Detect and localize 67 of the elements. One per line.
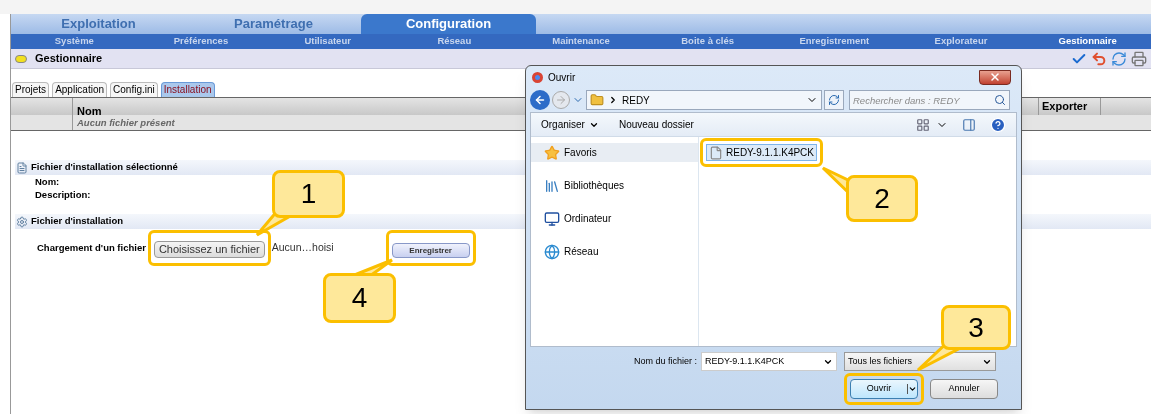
nav-item[interactable]: Réseau <box>531 242 698 261</box>
gears-icon <box>16 215 28 228</box>
caret-icon <box>907 384 917 394</box>
address-path: REDY <box>622 93 650 108</box>
callout-bubble: 3 <box>941 305 1011 350</box>
section-title: Fichier d'installation <box>31 214 123 229</box>
undo-icon[interactable] <box>1091 50 1107 67</box>
close-icon <box>989 71 1001 83</box>
nav-item[interactable]: Bibliothèques <box>531 176 698 195</box>
nav-item[interactable]: Ordinateur <box>531 209 698 228</box>
globe-icon <box>544 243 560 260</box>
tab[interactable]: Config.ini <box>110 82 158 97</box>
sub-nav-item[interactable]: Explorateur <box>897 34 1025 49</box>
round-logo-icon <box>532 71 543 83</box>
open-button[interactable]: Ouvrir <box>850 379 918 399</box>
page-title: Gestionnaire <box>35 51 103 67</box>
table-cell-text: Aucun fichier présent <box>76 116 175 130</box>
search-field[interactable]: Rechercher dans : REDY <box>849 90 1010 110</box>
field-label: Nom: <box>35 175 60 188</box>
new-folder-button[interactable]: Nouveau dossier <box>618 117 694 132</box>
library-icon <box>544 177 560 194</box>
back-button[interactable] <box>530 90 550 110</box>
nav-item[interactable]: Favoris <box>531 143 698 162</box>
choose-file-button[interactable]: Choisissez un fichier <box>153 241 265 258</box>
print-icon[interactable] <box>1131 50 1147 67</box>
dialog-title: Ouvrir <box>548 70 576 85</box>
document-icon <box>16 161 28 174</box>
file-icon <box>709 145 723 160</box>
file-status: Aucun…hoisi <box>271 240 334 256</box>
view-options-icon[interactable] <box>916 117 930 132</box>
folder-icon <box>590 93 604 107</box>
sub-nav-item[interactable]: Utilisateur <box>264 34 391 49</box>
sub-nav-item[interactable]: Gestionnaire <box>1024 34 1151 49</box>
sub-nav-item[interactable]: Réseau <box>391 34 518 49</box>
sub-nav-item[interactable]: Enregistrement <box>771 34 898 49</box>
sub-nav-item[interactable]: Maintenance <box>517 34 645 49</box>
organize-menu[interactable]: Organiser <box>541 117 599 132</box>
refresh-icon[interactable] <box>1111 50 1127 67</box>
star-icon <box>544 144 560 161</box>
close-button[interactable] <box>979 69 1011 85</box>
section-title: Fichier d'installation sélectionné <box>31 160 178 175</box>
main-tab[interactable]: Configuration <box>361 14 536 34</box>
column-header: Nom <box>77 105 102 117</box>
field-label: Description: <box>35 188 91 201</box>
filename-field[interactable]: REDY-9.1.1.K4PCK <box>701 352 838 371</box>
save-button[interactable]: Enregistrer <box>391 243 470 258</box>
tab[interactable]: Application <box>52 82 108 97</box>
file-type-dropdown[interactable]: Tous les fichiers <box>844 352 997 371</box>
sub-nav-item[interactable]: Boite à clés <box>644 34 771 49</box>
address-field[interactable]: REDY <box>586 90 822 110</box>
help-icon[interactable] <box>990 116 1006 133</box>
file-item[interactable]: REDY-9.1.1.K4PCK <box>706 144 817 161</box>
arrow-right-icon <box>555 94 567 106</box>
sub-nav-item[interactable]: Préférences <box>137 34 265 49</box>
field-label: Nom du fichier : <box>634 354 698 368</box>
arrow-left-icon <box>534 94 546 106</box>
field-label: Chargement d'un fichier <box>36 240 146 255</box>
preview-pane-icon[interactable] <box>962 117 976 132</box>
chevron-icon <box>608 95 618 105</box>
cancel-button[interactable]: Annuler <box>930 379 998 399</box>
monitor-icon <box>544 210 560 227</box>
panel-icon <box>15 54 27 63</box>
refresh-button[interactable] <box>824 90 844 110</box>
sub-nav-item[interactable]: Système <box>11 34 138 49</box>
tab[interactable]: Installation <box>160 82 215 97</box>
refresh-icon <box>828 94 840 106</box>
tab[interactable]: Projets <box>12 82 50 97</box>
